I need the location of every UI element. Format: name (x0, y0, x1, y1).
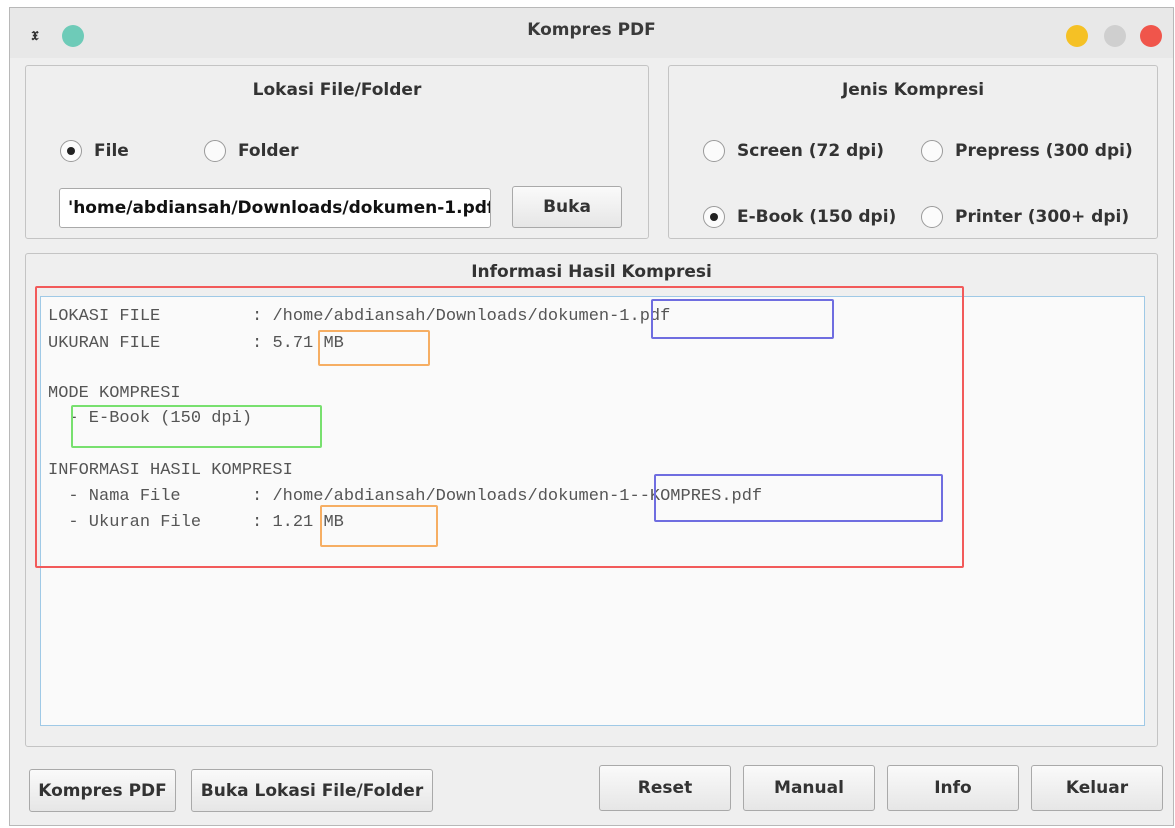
compression-groupbox: Jenis Kompresi Screen (72 dpi) Prepress … (668, 65, 1158, 239)
manual-button[interactable]: Manual (743, 765, 875, 811)
compression-group-title: Jenis Kompresi (841, 80, 985, 100)
radio-checked-icon[interactable] (60, 140, 82, 162)
radio-screen-label: Screen (72 dpi) (737, 141, 885, 161)
close-button[interactable] (1140, 25, 1162, 47)
radio-screen[interactable]: Screen (72 dpi) (703, 140, 884, 162)
highlight-box-result-filename (654, 474, 943, 522)
radio-unchecked-icon[interactable] (921, 206, 943, 228)
path-input[interactable]: 'home/abdiansah/Downloads/dokumen-1.pdf (59, 188, 491, 228)
highlight-box-result-size (320, 505, 438, 547)
location-groupbox: Lokasi File/Folder File Folder 'home/abd… (25, 65, 649, 239)
window-title: Kompres PDF (527, 20, 656, 40)
highlight-box-mode (71, 405, 322, 448)
radio-ebook[interactable]: E-Book (150 dpi) (703, 206, 896, 228)
info-button[interactable]: Info (887, 765, 1019, 811)
radio-prepress-label: Prepress (300 dpi) (955, 141, 1133, 161)
highlight-box-size (318, 330, 430, 366)
app-window: 𝔵 Kompres PDF Lokasi File/Folder File Fo… (9, 7, 1174, 826)
reset-button[interactable]: Reset (599, 765, 731, 811)
title-bar: 𝔵 Kompres PDF (10, 8, 1173, 58)
radio-unchecked-icon[interactable] (703, 140, 725, 162)
open-location-button[interactable]: Buka Lokasi File/Folder (191, 769, 433, 812)
radio-folder-label: Folder (238, 141, 299, 161)
radio-unchecked-icon[interactable] (921, 140, 943, 162)
open-button[interactable]: Buka (512, 186, 622, 228)
radio-checked-icon[interactable] (703, 206, 725, 228)
maximize-button[interactable] (1104, 25, 1126, 47)
highlight-box-filename (651, 299, 834, 339)
radio-prepress[interactable]: Prepress (300 dpi) (921, 140, 1133, 162)
radio-printer[interactable]: Printer (300+ dpi) (921, 206, 1129, 228)
compress-pdf-button[interactable]: Kompres PDF (29, 769, 176, 812)
radio-file[interactable]: File (60, 140, 129, 162)
location-group-title: Lokasi File/Folder (252, 80, 422, 100)
radio-printer-label: Printer (300+ dpi) (955, 207, 1130, 227)
result-group-title: Informasi Hasil Kompresi (471, 262, 712, 282)
radio-ebook-label: E-Book (150 dpi) (737, 207, 897, 227)
minimize-button[interactable] (1066, 25, 1088, 47)
radio-unchecked-icon[interactable] (204, 140, 226, 162)
exit-button[interactable]: Keluar (1031, 765, 1163, 811)
radio-folder[interactable]: Folder (204, 140, 299, 162)
radio-file-label: File (94, 141, 129, 161)
